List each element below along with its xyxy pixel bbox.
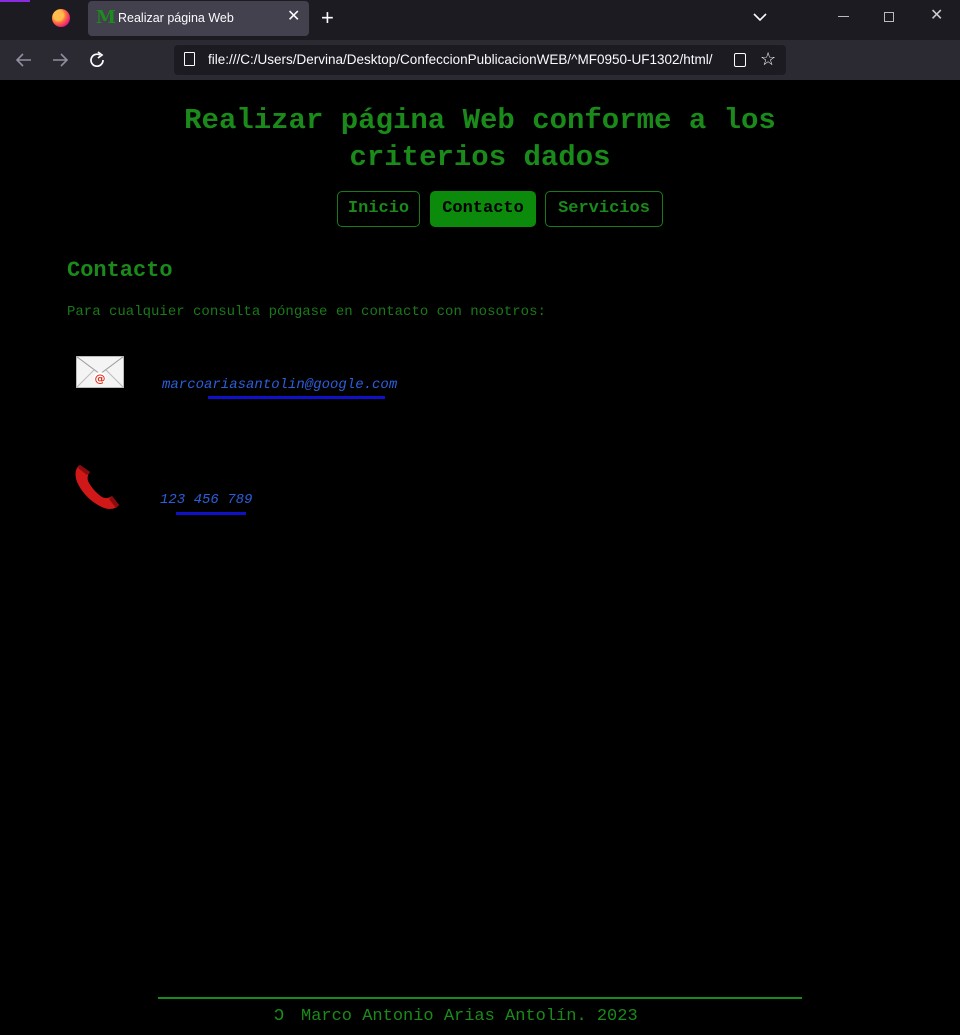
reload-icon[interactable] (88, 51, 106, 69)
firefox-logo-icon[interactable] (52, 9, 70, 27)
intro-text: Para cualquier consulta póngase en conta… (67, 304, 546, 320)
svg-text:@: @ (95, 372, 106, 385)
url-text[interactable]: file:///C:/Users/Dervina/Desktop/Confecc… (208, 52, 728, 68)
reader-icon[interactable] (734, 53, 746, 67)
nav-button-inicio[interactable]: Inicio (337, 191, 420, 227)
plus-icon[interactable]: + (321, 6, 334, 30)
phone-link[interactable]: 123 456 789 (160, 492, 252, 508)
phone-underline (176, 512, 246, 515)
envelope-icon: @ (76, 356, 124, 388)
page-title: Realizar página Web conforme a los crite… (184, 104, 776, 174)
footer-text: Marco Antonio Arias Antolín. 2023 (301, 1007, 638, 1026)
minimize-icon[interactable] (838, 16, 849, 17)
back-icon[interactable] (15, 51, 33, 69)
tab-favicon: M (96, 7, 116, 28)
tab-bar: M Realizar página Web ✕ + ✕ (0, 0, 960, 40)
section-title: Contacto (67, 258, 173, 283)
footer-divider (158, 997, 802, 999)
forward-icon[interactable] (51, 51, 69, 69)
window-close-icon[interactable]: ✕ (930, 8, 943, 24)
page-icon (184, 52, 195, 66)
url-bar[interactable]: file:///C:/Users/Dervina/Desktop/Confecc… (174, 45, 786, 75)
page-content: Realizar página Web conforme a los crite… (0, 80, 960, 1035)
email-link[interactable]: marcoariasantolin@google.com (162, 377, 397, 393)
nav-button-contacto[interactable]: Contacto (430, 191, 536, 227)
tab-bar-edge (0, 0, 30, 2)
copyleft-symbol: ↄ (273, 1004, 286, 1027)
star-icon[interactable]: ☆ (760, 49, 776, 69)
close-icon[interactable]: ✕ (287, 9, 300, 25)
chevron-down-icon[interactable] (752, 9, 768, 25)
phone-icon (75, 465, 119, 509)
nav-button-servicios[interactable]: Servicios (545, 191, 663, 227)
tab-title: Realizar página Web (118, 11, 234, 25)
browser-tab[interactable]: M Realizar página Web ✕ (88, 1, 309, 36)
maximize-icon[interactable] (884, 12, 894, 22)
email-underline (208, 396, 385, 399)
